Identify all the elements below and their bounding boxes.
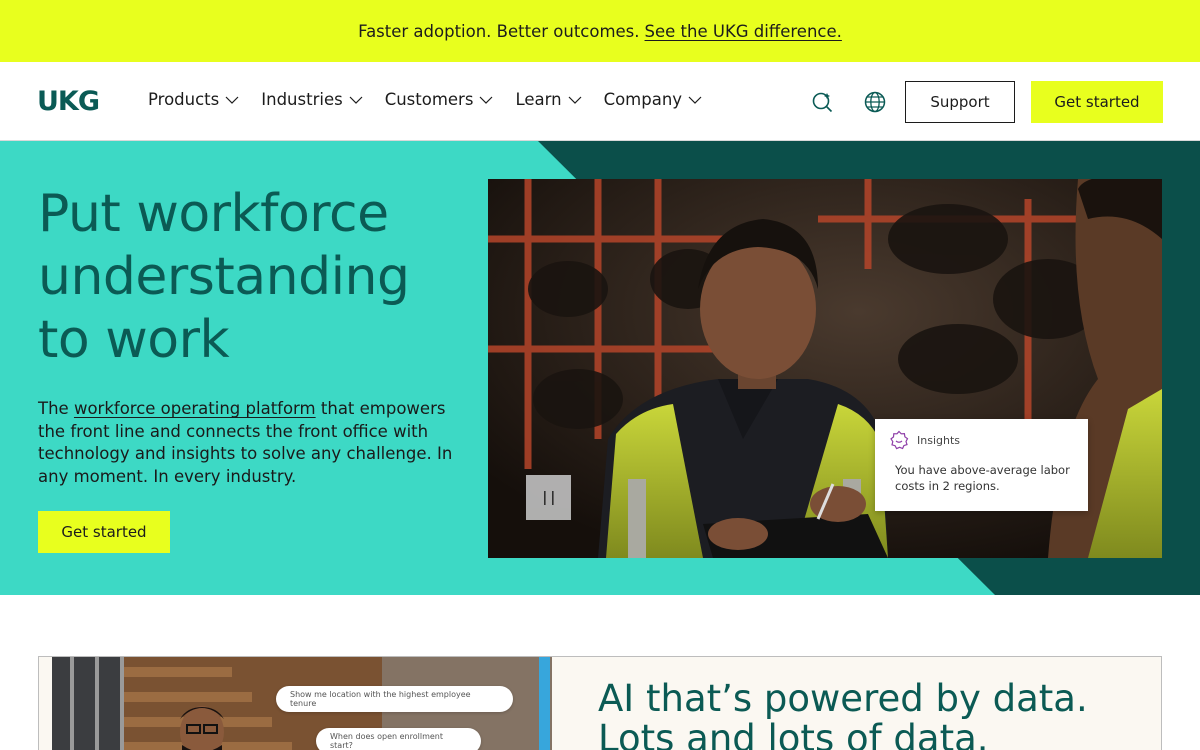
chevron-down-icon bbox=[688, 96, 702, 104]
site-header: UKG Products Industries Customers Learn … bbox=[0, 62, 1200, 141]
nav-label: Industries bbox=[261, 90, 343, 109]
nav-label: Learn bbox=[515, 90, 562, 109]
search-icon[interactable] bbox=[811, 91, 833, 113]
insights-text: You have above-average labor costs in 2 … bbox=[895, 463, 1070, 493]
nav-item-learn[interactable]: Learn bbox=[515, 90, 581, 109]
nav-label: Customers bbox=[384, 90, 474, 109]
support-button[interactable]: Support bbox=[905, 81, 1015, 123]
ai-feature-card: Show me location with the highest employ… bbox=[38, 656, 1162, 750]
hero-section: Put workforce understanding to work The … bbox=[0, 141, 1200, 595]
hero-desc-before: The bbox=[38, 399, 69, 418]
chevron-down-icon bbox=[349, 96, 363, 104]
hero-video[interactable]: Insights You have above-average labor co… bbox=[488, 179, 1162, 558]
insights-icon bbox=[890, 430, 909, 450]
nav-item-customers[interactable]: Customers bbox=[385, 90, 494, 109]
hero-description: The workforce operating platform that em… bbox=[38, 398, 468, 488]
nav-label: Products bbox=[148, 90, 220, 109]
promo-banner: Faster adoption. Better outcomes. See th… bbox=[0, 0, 1200, 62]
get-started-button[interactable]: Get started bbox=[1031, 81, 1163, 123]
insights-card: Insights You have above-average labor co… bbox=[875, 419, 1088, 511]
ai-section-title: AI that’s powered by data. Lots and lots… bbox=[598, 677, 1088, 750]
pause-icon bbox=[543, 490, 554, 505]
chat-bubble: Show me location with the highest employ… bbox=[276, 686, 513, 712]
nav-item-industries[interactable]: Industries bbox=[261, 90, 363, 109]
nav-item-company[interactable]: Company bbox=[604, 90, 703, 109]
platform-link[interactable]: workforce operating platform bbox=[74, 399, 316, 418]
main-nav: Products Industries Customers Learn Comp… bbox=[148, 90, 724, 109]
chevron-down-icon bbox=[568, 96, 581, 104]
accent-strip bbox=[539, 657, 550, 750]
chat-bubble: When does open enrollment start? bbox=[316, 728, 481, 750]
chevron-down-icon bbox=[225, 96, 239, 104]
promo-text: Faster adoption. Better outcomes. bbox=[358, 21, 640, 41]
hero-title: Put workforce understanding to work bbox=[38, 184, 410, 370]
nav-label: Company bbox=[603, 90, 683, 109]
hero-get-started-button[interactable]: Get started bbox=[38, 511, 170, 553]
globe-icon[interactable] bbox=[864, 91, 886, 113]
nav-item-products[interactable]: Products bbox=[148, 90, 239, 109]
insights-label: Insights bbox=[917, 433, 961, 447]
promo-link[interactable]: See the UKG difference. bbox=[645, 22, 842, 41]
ukg-logo[interactable]: UKG bbox=[37, 86, 100, 117]
insights-header: Insights bbox=[889, 430, 1074, 450]
pause-button[interactable] bbox=[526, 475, 571, 520]
ai-feature-image: Show me location with the highest employ… bbox=[52, 657, 552, 750]
chevron-down-icon bbox=[480, 96, 493, 104]
